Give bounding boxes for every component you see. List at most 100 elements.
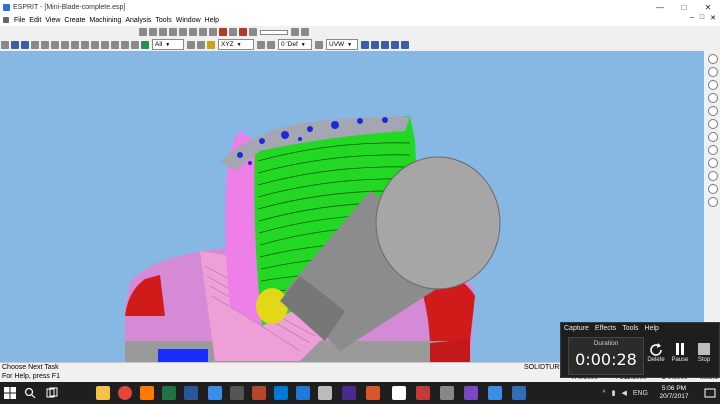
sim-fast-icon[interactable] bbox=[209, 28, 217, 36]
view-tool-icon[interactable] bbox=[708, 54, 718, 64]
sim-tool-icon[interactable] bbox=[239, 28, 247, 36]
document-icon[interactable] bbox=[3, 17, 9, 23]
grid-icon[interactable] bbox=[197, 40, 205, 49]
sim-stop-icon[interactable] bbox=[139, 28, 147, 36]
pause-button[interactable]: Pause bbox=[669, 341, 691, 363]
hidden-icon[interactable] bbox=[381, 40, 389, 49]
clock[interactable]: 5:06 PM 20/7/2017 bbox=[652, 385, 696, 401]
wire-icon[interactable] bbox=[371, 40, 379, 49]
app8-icon[interactable] bbox=[488, 386, 502, 400]
close-button[interactable]: ✕ bbox=[696, 0, 720, 14]
view-tool-icon[interactable] bbox=[708, 184, 718, 194]
snap-icon[interactable] bbox=[207, 40, 215, 49]
render-icon[interactable] bbox=[391, 40, 399, 49]
app7-icon[interactable] bbox=[440, 386, 454, 400]
new-file-icon[interactable] bbox=[1, 40, 9, 49]
layer-select[interactable]: 0 'Def ▼ bbox=[278, 39, 312, 50]
open-file-icon[interactable] bbox=[11, 40, 19, 49]
zoom-out-icon[interactable] bbox=[91, 40, 99, 49]
sim-play-icon[interactable] bbox=[169, 28, 177, 36]
app5-icon[interactable] bbox=[392, 386, 406, 400]
sim-speed-icon[interactable] bbox=[249, 28, 257, 36]
copy-icon[interactable] bbox=[51, 40, 59, 49]
task-view-icon[interactable] bbox=[46, 387, 58, 399]
visual-studio-icon[interactable] bbox=[464, 386, 478, 400]
view-tool-icon[interactable] bbox=[708, 158, 718, 168]
sim-end-icon[interactable] bbox=[199, 28, 207, 36]
sim-step-back-icon[interactable] bbox=[159, 28, 167, 36]
solid-icon[interactable] bbox=[401, 40, 409, 49]
excel-icon[interactable] bbox=[162, 386, 176, 400]
pan-icon[interactable] bbox=[111, 40, 119, 49]
zoom-window-icon[interactable] bbox=[101, 40, 109, 49]
menu-machining[interactable]: Machining bbox=[87, 17, 123, 24]
app2-icon[interactable] bbox=[296, 386, 310, 400]
view-tool-icon[interactable] bbox=[708, 197, 718, 207]
file-explorer-icon[interactable] bbox=[96, 386, 110, 400]
view-tool-icon[interactable] bbox=[708, 93, 718, 103]
network-icon[interactable]: ▮ bbox=[612, 389, 616, 397]
menu-edit[interactable]: Edit bbox=[27, 17, 43, 24]
shade-icon[interactable] bbox=[361, 40, 369, 49]
fit-icon[interactable] bbox=[131, 40, 139, 49]
view-icon[interactable] bbox=[141, 40, 149, 49]
notifications-icon[interactable] bbox=[704, 387, 716, 399]
firefox-icon[interactable] bbox=[140, 386, 154, 400]
rotate-icon[interactable] bbox=[121, 40, 129, 49]
filter-select[interactable]: All ▼ bbox=[152, 39, 184, 50]
edge-icon[interactable] bbox=[208, 386, 222, 400]
camtasia-icon[interactable] bbox=[366, 386, 380, 400]
capture-menu-help[interactable]: Help bbox=[645, 325, 659, 332]
menu-view[interactable]: View bbox=[43, 17, 62, 24]
doc-minimize-button[interactable]: – bbox=[690, 14, 694, 22]
view-tool-icon[interactable] bbox=[708, 145, 718, 155]
save-icon[interactable] bbox=[21, 40, 29, 49]
doc-restore-button[interactable]: □ bbox=[700, 14, 704, 22]
word-icon[interactable] bbox=[184, 386, 198, 400]
work-plane-select[interactable]: UVW ▼ bbox=[326, 39, 358, 50]
sim-options-icon[interactable] bbox=[291, 28, 299, 36]
plane-icon[interactable] bbox=[257, 40, 265, 49]
menu-window[interactable]: Window bbox=[174, 17, 203, 24]
menu-create[interactable]: Create bbox=[62, 17, 87, 24]
zoom-in-icon[interactable] bbox=[81, 40, 89, 49]
sim-step-icon[interactable] bbox=[179, 28, 187, 36]
view-tool-icon[interactable] bbox=[708, 171, 718, 181]
paste-icon[interactable] bbox=[61, 40, 69, 49]
capture-menu-tools[interactable]: Tools bbox=[622, 325, 638, 332]
print-icon[interactable] bbox=[31, 40, 39, 49]
store-icon[interactable] bbox=[274, 386, 288, 400]
esprit-taskbar-icon[interactable] bbox=[512, 386, 526, 400]
sim-forward-icon[interactable] bbox=[189, 28, 197, 36]
sim-cut-icon[interactable] bbox=[229, 28, 237, 36]
tray-chevron-icon[interactable]: ^ bbox=[602, 390, 605, 397]
sim-settings-icon[interactable] bbox=[301, 28, 309, 36]
maximize-button[interactable]: □ bbox=[672, 0, 696, 14]
app4-icon[interactable] bbox=[342, 386, 356, 400]
workplane-icon[interactable] bbox=[315, 40, 323, 49]
app-icon[interactable] bbox=[230, 386, 244, 400]
delete-button[interactable]: Delete bbox=[645, 341, 667, 363]
volume-icon[interactable]: ◀ bbox=[621, 389, 626, 397]
language-indicator[interactable]: ENG bbox=[633, 390, 648, 397]
minimize-button[interactable]: — bbox=[648, 0, 672, 14]
app3-icon[interactable] bbox=[318, 386, 332, 400]
view-tool-icon[interactable] bbox=[708, 132, 718, 142]
menu-tools[interactable]: Tools bbox=[153, 17, 173, 24]
search-icon[interactable] bbox=[24, 387, 36, 399]
capture-menu-capture[interactable]: Capture bbox=[564, 325, 589, 332]
app6-icon[interactable] bbox=[416, 386, 430, 400]
menu-help[interactable]: Help bbox=[203, 17, 221, 24]
windows-start-icon[interactable] bbox=[4, 387, 16, 399]
view-tool-icon[interactable] bbox=[708, 106, 718, 116]
powerpoint-icon[interactable] bbox=[252, 386, 266, 400]
menu-file[interactable]: File bbox=[12, 17, 27, 24]
menu-analysis[interactable]: Analysis bbox=[123, 17, 153, 24]
view-tool-icon[interactable] bbox=[708, 80, 718, 90]
cut-icon[interactable] bbox=[41, 40, 49, 49]
select-icon[interactable] bbox=[71, 40, 79, 49]
view-tool-icon[interactable] bbox=[708, 119, 718, 129]
plane-select[interactable]: XYZ ▼ bbox=[218, 39, 254, 50]
chrome-icon[interactable] bbox=[118, 386, 132, 400]
view-tool-icon[interactable] bbox=[708, 67, 718, 77]
